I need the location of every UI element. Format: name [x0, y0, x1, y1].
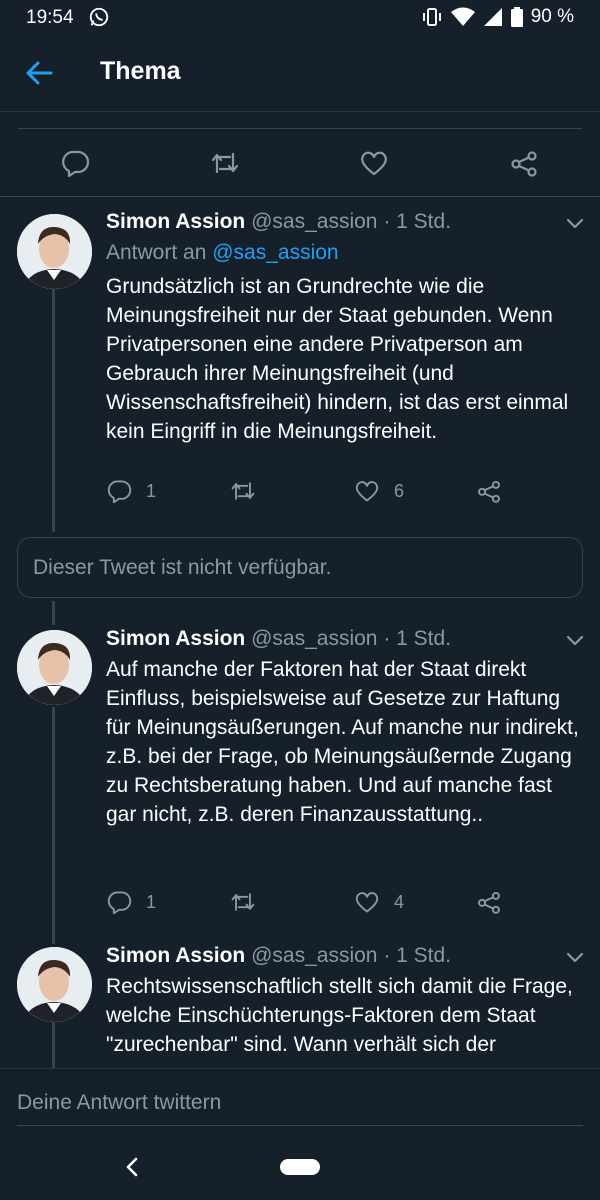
battery-percent: 90 %	[530, 6, 574, 27]
share-icon	[478, 480, 500, 503]
like-count: 6	[394, 480, 405, 501]
retweet-icon[interactable]	[210, 148, 240, 178]
reply-count: 1	[146, 480, 157, 501]
status-bar: 19:54 90 %	[0, 0, 600, 34]
retweet-icon	[231, 482, 255, 500]
author-name[interactable]: Simon Assion	[106, 210, 245, 233]
tweet-time: 1 Std.	[396, 627, 452, 650]
input-underline	[17, 1125, 583, 1126]
reply-icon	[107, 480, 132, 504]
author-name[interactable]: Simon Assion	[106, 627, 245, 650]
reply-context: Antwort an @sas_assion	[106, 241, 339, 265]
main-tweet-actions	[0, 140, 600, 186]
wifi-icon	[450, 7, 475, 26]
retweet-button[interactable]	[230, 478, 256, 504]
tweet-time: 1 Std.	[396, 944, 452, 967]
app-bar: Thema	[0, 34, 600, 112]
reply-count: 1	[146, 891, 157, 912]
divider	[18, 128, 582, 129]
tweet-header: Simon Assion @sas_assion · 1 Std.	[106, 627, 451, 651]
retweet-icon	[231, 893, 255, 911]
like-button[interactable]: 4	[354, 889, 404, 915]
tweet-actions: 1 4	[106, 889, 506, 919]
like-count: 4	[394, 891, 405, 912]
tweet-time: 1 Std.	[396, 210, 452, 233]
like-button[interactable]: 6	[354, 478, 404, 504]
separator: ·	[377, 944, 397, 967]
reply-icon[interactable]	[60, 148, 90, 178]
separator: ·	[377, 210, 397, 233]
vibrate-icon	[422, 8, 441, 26]
tweet-text: Rechtswissenschaftlich stellt sich damit…	[106, 975, 573, 1056]
thread-line	[52, 707, 55, 944]
nav-back-icon[interactable]	[122, 1155, 142, 1179]
status-icons: 90 %	[421, 6, 574, 28]
like-icon	[355, 481, 379, 502]
unavailable-text: Dieser Tweet ist nicht verfügbar.	[33, 556, 332, 579]
reply-mention-link[interactable]: @sas_assion	[212, 241, 338, 264]
author-handle[interactable]: @sas_assion	[251, 627, 377, 650]
tweet[interactable]: Simon Assion @sas_assion · 1 Std. Rechts…	[0, 944, 600, 1068]
thread-line	[52, 601, 55, 625]
retweet-button[interactable]	[230, 889, 256, 915]
tweet-text: Auf manche der Faktoren hat der Staat di…	[106, 658, 579, 826]
battery-icon	[510, 7, 523, 27]
tweet-header: Simon Assion @sas_assion · 1 Std.	[106, 210, 451, 234]
page-title: Thema	[100, 57, 181, 85]
share-icon[interactable]	[509, 148, 539, 178]
share-button[interactable]	[476, 889, 502, 915]
status-time: 19:54	[26, 7, 74, 28]
avatar[interactable]	[17, 630, 92, 705]
back-arrow-icon[interactable]	[24, 58, 54, 88]
author-handle[interactable]: @sas_assion	[251, 944, 377, 967]
reply-icon	[107, 891, 132, 915]
tweet-text: Grundsätzlich ist an Grundrechte wie die…	[106, 275, 569, 443]
chevron-down-icon[interactable]	[566, 635, 584, 647]
system-nav-bar	[0, 1140, 600, 1200]
reply-prefix: Antwort an	[106, 241, 213, 264]
share-icon	[478, 891, 500, 914]
divider	[0, 111, 600, 112]
divider	[0, 196, 600, 197]
separator: ·	[377, 627, 397, 650]
reply-input[interactable]: Deine Antwort twittern	[17, 1091, 221, 1115]
home-pill[interactable]	[280, 1159, 320, 1175]
reply-button[interactable]: 1	[106, 889, 156, 915]
like-icon[interactable]	[359, 148, 389, 178]
chevron-down-icon[interactable]	[566, 952, 584, 964]
thread-line	[52, 289, 55, 532]
tweet-header: Simon Assion @sas_assion · 1 Std.	[106, 944, 451, 968]
like-icon	[355, 892, 379, 913]
author-handle[interactable]: @sas_assion	[251, 210, 377, 233]
share-button[interactable]	[476, 478, 502, 504]
reply-button[interactable]: 1	[106, 478, 156, 504]
tweet-actions: 1 6	[106, 478, 506, 508]
author-name[interactable]: Simon Assion	[106, 944, 245, 967]
unavailable-tweet: Dieser Tweet ist nicht verfügbar.	[17, 537, 583, 598]
avatar[interactable]	[17, 214, 92, 289]
chevron-down-icon[interactable]	[566, 218, 584, 230]
whatsapp-icon	[89, 7, 109, 27]
signal-icon	[483, 8, 502, 26]
